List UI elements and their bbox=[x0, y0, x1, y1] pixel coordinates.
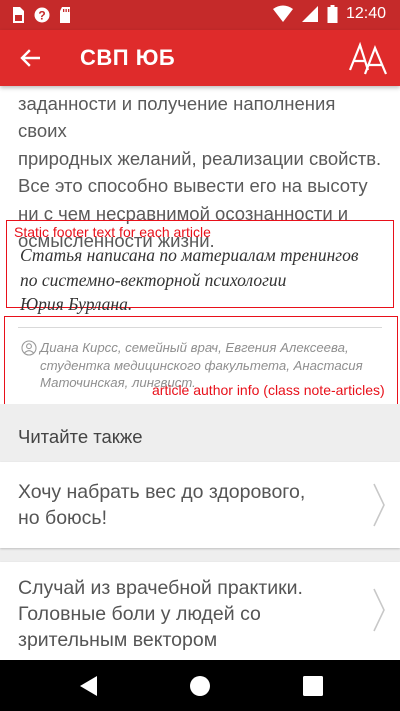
card-line: Случай из врачебной практики. bbox=[18, 577, 303, 599]
chevron-right-icon bbox=[373, 588, 385, 632]
chevron-right-icon bbox=[373, 483, 385, 527]
related-article-card[interactable]: Хочу набрать вес до здорового, но боюсь! bbox=[0, 462, 400, 548]
card-line: Головные боли у людей со bbox=[18, 603, 261, 625]
system-nav-bar bbox=[0, 660, 400, 711]
app-title: СВП ЮБ bbox=[80, 45, 176, 70]
read-also-title: Читайте также bbox=[18, 426, 143, 447]
body-line: природных желаний, реализации свойств. bbox=[18, 147, 382, 169]
question-icon: ? bbox=[34, 7, 50, 23]
body-line: Все это способно вывести его на высоту bbox=[18, 175, 368, 197]
nav-back-button[interactable] bbox=[75, 673, 101, 699]
status-bar: ? 12:40 bbox=[0, 0, 400, 30]
card-line: но боюсь! bbox=[18, 507, 107, 529]
back-button[interactable] bbox=[14, 42, 46, 74]
arrow-left-icon bbox=[20, 49, 40, 67]
card-line: зрительным вектором bbox=[18, 629, 218, 651]
font-size-button[interactable] bbox=[348, 40, 388, 76]
svg-text:?: ? bbox=[38, 9, 45, 23]
font-size-icon bbox=[348, 41, 388, 75]
sim-card-icon bbox=[13, 7, 24, 23]
square-recents-icon bbox=[303, 676, 323, 696]
battery-icon bbox=[327, 5, 338, 23]
footer-line: по системно-векторной психологии bbox=[20, 269, 287, 290]
circle-home-icon bbox=[190, 676, 210, 696]
status-time: 12:40 bbox=[345, 5, 386, 22]
signal-icon bbox=[301, 6, 318, 22]
read-also-section: Читайте также Хочу набрать вес до здоров… bbox=[0, 404, 400, 660]
sd-card-icon bbox=[60, 7, 70, 23]
app-bar: СВП ЮБ bbox=[0, 30, 400, 86]
nav-home-button[interactable] bbox=[187, 673, 213, 699]
related-article-title: Случай из врачебной практики. Головные б… bbox=[18, 575, 348, 653]
author-annotation-label: article author info (class note-articles… bbox=[152, 382, 385, 398]
body-line: заданности и получение наполнения своих bbox=[18, 93, 336, 142]
status-right-icons: 12:40 bbox=[272, 5, 386, 23]
wifi-icon bbox=[272, 5, 293, 22]
article-footer-text: Статья написана по материалам тренингов … bbox=[20, 243, 380, 317]
related-article-title: Хочу набрать вес до здорового, но боюсь! bbox=[18, 479, 348, 531]
status-left-icons: ? bbox=[10, 6, 74, 24]
related-article-card[interactable]: Случай из врачебной практики. Головные б… bbox=[0, 562, 400, 660]
footer-line: Статья написана по материалам тренингов bbox=[20, 245, 359, 265]
triangle-back-icon bbox=[80, 676, 97, 696]
nav-recents-button[interactable] bbox=[300, 673, 326, 699]
footer-line: Юрия Бурлана. bbox=[20, 294, 133, 314]
footer-annotation-label: Static footer text for each article bbox=[14, 224, 211, 240]
card-line: Хочу набрать вес до здорового, bbox=[18, 481, 306, 503]
article-content[interactable]: заданности и получение наполнения своих … bbox=[0, 86, 400, 660]
